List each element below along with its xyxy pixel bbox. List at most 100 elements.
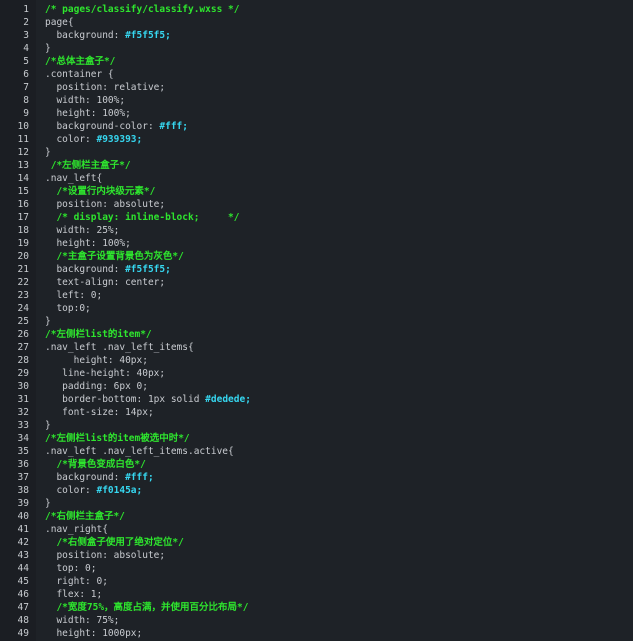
code-token: } (45, 43, 51, 54)
code-line[interactable]: 26 /*左侧栏list的item*/ (0, 328, 633, 341)
code-text: /*右侧栏主盒子*/ (45, 510, 125, 523)
code-line[interactable]: 4} (0, 42, 633, 55)
code-comment: /*左侧栏主盒子*/ (45, 160, 131, 171)
code-line[interactable]: 23 left: 0; (0, 289, 633, 302)
code-token: right: 0; (45, 576, 108, 587)
code-line[interactable]: 29 line-height: 40px; (0, 367, 633, 380)
code-line[interactable]: 40 /*右侧栏主盒子*/ (0, 510, 633, 523)
code-line[interactable]: 36 /*背景色变成白色*/ (0, 458, 633, 471)
line-number: 26 (17, 329, 29, 340)
code-line[interactable]: 16 position: absolute; (0, 198, 633, 211)
code-text: background: #f5f5f5; (45, 29, 170, 42)
code-token: background: (45, 472, 126, 483)
code-line[interactable]: 25} (0, 315, 633, 328)
line-number: 47 (17, 602, 29, 613)
code-line[interactable]: 19 height: 100%; (0, 237, 633, 250)
code-text: font-size: 14px; (45, 406, 154, 419)
code-line[interactable]: 14 .nav_left{ (0, 172, 633, 185)
code-text: background-color: #fff; (45, 120, 188, 133)
code-line[interactable]: 21 background: #f5f5f5; (0, 263, 633, 276)
code-text: /*总体主盒子*/ (45, 55, 115, 68)
code-token: .nav_left .nav_left_items{ (45, 342, 194, 353)
code-text: background: #f5f5f5; (45, 263, 170, 276)
code-line[interactable]: 9 height: 100%; (0, 107, 633, 120)
code-token: height: 100%; (45, 108, 131, 119)
code-line[interactable]: 5 /*总体主盒子*/ (0, 55, 633, 68)
code-comment: /* pages/classify/classify.wxss */ (45, 4, 240, 15)
code-line[interactable]: 12} (0, 146, 633, 159)
code-line[interactable]: 15 /*设置行内块级元素*/ (0, 185, 633, 198)
code-line[interactable]: 39} (0, 497, 633, 510)
code-token: background-color: (45, 121, 160, 132)
code-line[interactable]: 37 background: #fff; (0, 471, 633, 484)
line-number: 17 (17, 212, 29, 223)
code-editor[interactable]: 1 /* pages/classify/classify.wxss */ 2 page… (0, 0, 633, 641)
code-line[interactable]: 45 right: 0; (0, 575, 633, 588)
code-line[interactable]: 20 /*主盒子设置背景色为灰色*/ (0, 250, 633, 263)
code-line[interactable]: 33} (0, 419, 633, 432)
code-line[interactable]: 31 border-bottom: 1px solid #dedede; (0, 393, 633, 406)
line-number: 41 (17, 524, 29, 535)
code-token: } (45, 498, 51, 509)
code-line[interactable]: 27 .nav_left .nav_left_items{ (0, 341, 633, 354)
code-text: /*宽度75%，高度占满，并使用百分比布局*/ (45, 601, 248, 614)
code-text: } (45, 42, 51, 55)
code-text: } (45, 419, 51, 432)
code-line[interactable]: 2 page{ (0, 16, 633, 29)
code-text: } (45, 497, 51, 510)
code-token: border-bottom: 1px solid (45, 394, 206, 405)
code-line[interactable]: 11 color: #939393; (0, 133, 633, 146)
code-line[interactable]: 22 text-align: center; (0, 276, 633, 289)
code-text: position: relative; (45, 81, 165, 94)
code-token: } (45, 316, 51, 327)
code-token: height: 40px; (45, 355, 148, 366)
code-line[interactable]: 7 position: relative; (0, 81, 633, 94)
code-line[interactable]: 48 width: 75%; (0, 614, 633, 627)
code-token: color: (45, 134, 97, 145)
code-line[interactable]: 47 /*宽度75%，高度占满，并使用百分比布局*/ (0, 601, 633, 614)
code-token: .nav_right{ (45, 524, 108, 535)
code-text: } (45, 146, 51, 159)
code-text: /*左侧栏list的item被选中时*/ (45, 432, 190, 445)
line-number: 24 (17, 303, 29, 314)
code-token: left: 0; (45, 290, 103, 301)
code-line[interactable]: 13 /*左侧栏主盒子*/ (0, 159, 633, 172)
code-line[interactable]: 32 font-size: 14px; (0, 406, 633, 419)
code-line[interactable]: 6 .container { (0, 68, 633, 81)
code-token: .container { (45, 69, 114, 80)
code-line[interactable]: 43 position: absolute; (0, 549, 633, 562)
line-number: 13 (17, 160, 29, 171)
line-number: 16 (17, 199, 29, 210)
code-token: width: 75%; (45, 615, 120, 626)
code-line[interactable]: 35 .nav_left .nav_left_items.active{ (0, 445, 633, 458)
code-line[interactable]: 18 width: 25%; (0, 224, 633, 237)
code-line[interactable]: 30 padding: 6px 0; (0, 380, 633, 393)
code-token: flex: 1; (45, 589, 103, 600)
code-line[interactable]: 34 /*左侧栏list的item被选中时*/ (0, 432, 633, 445)
line-number: 18 (17, 225, 29, 236)
line-number: 22 (17, 277, 29, 288)
code-line[interactable]: 38 color: #f0145a; (0, 484, 633, 497)
code-token: width: 25%; (45, 225, 120, 236)
code-line[interactable]: 17 /* display: inline-block; */ (0, 211, 633, 224)
line-number: 28 (17, 355, 29, 366)
code-line[interactable]: 42 /*右侧盒子使用了绝对定位*/ (0, 536, 633, 549)
code-line[interactable]: 46 flex: 1; (0, 588, 633, 601)
code-comment: /*右侧盒子使用了绝对定位*/ (45, 537, 184, 548)
code-line[interactable]: 24 top:0; (0, 302, 633, 315)
code-token: padding: 6px 0; (45, 381, 148, 392)
code-line[interactable]: 10 background-color: #fff; (0, 120, 633, 133)
code-text: .nav_right{ (45, 523, 108, 536)
code-text: width: 100%; (45, 94, 125, 107)
code-line[interactable]: 44 top: 0; (0, 562, 633, 575)
line-number: 12 (17, 147, 29, 158)
code-comment: /*右侧栏主盒子*/ (45, 511, 125, 522)
code-line[interactable]: 1 /* pages/classify/classify.wxss */ (0, 3, 633, 16)
line-number: 48 (17, 615, 29, 626)
code-line[interactable]: 8 width: 100%; (0, 94, 633, 107)
code-line[interactable]: 41 .nav_right{ (0, 523, 633, 536)
code-line[interactable]: 3 background: #f5f5f5; (0, 29, 633, 42)
code-line[interactable]: 28 height: 40px; (0, 354, 633, 367)
code-line[interactable]: 49 height: 1000px; (0, 627, 633, 640)
code-token: color: (45, 485, 97, 496)
